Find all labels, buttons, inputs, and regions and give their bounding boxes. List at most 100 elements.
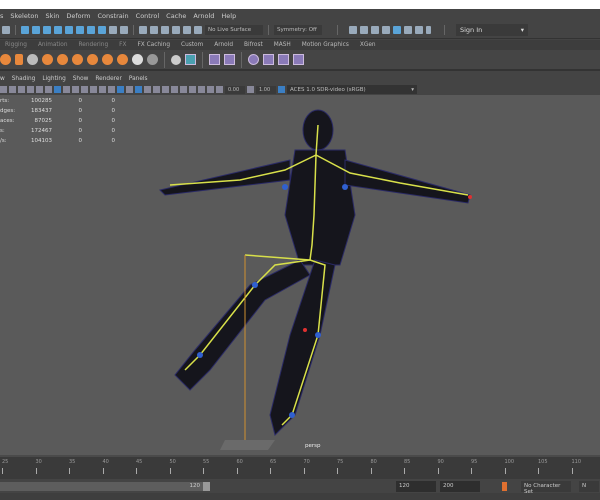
menu-renderer[interactable]: Renderer xyxy=(95,76,121,82)
gamma-field[interactable]: 1.00 xyxy=(256,85,276,94)
area-light-icon[interactable] xyxy=(42,54,53,65)
camera-attr-icon[interactable] xyxy=(9,86,16,93)
motion-blur-icon[interactable] xyxy=(153,86,160,93)
exposure-field[interactable]: 0.00 xyxy=(225,85,245,94)
light-icon[interactable] xyxy=(144,86,151,93)
figure-icon[interactable] xyxy=(224,54,235,65)
bake-icon[interactable] xyxy=(278,54,289,65)
menu-arnold[interactable]: Arnold xyxy=(193,12,214,20)
film-gate-icon[interactable] xyxy=(189,86,196,93)
render-view-icon[interactable] xyxy=(404,26,412,34)
select-by-object-icon[interactable] xyxy=(32,26,40,34)
menu-skin[interactable]: Skin xyxy=(46,12,60,20)
render-settings-icon[interactable] xyxy=(382,26,390,34)
bookmark-icon[interactable] xyxy=(18,86,25,93)
tab-rendering[interactable]: Rendering xyxy=(79,42,109,48)
volume-icon[interactable] xyxy=(147,54,158,65)
snap-curve-icon[interactable] xyxy=(150,26,158,34)
menu-deform[interactable]: Deform xyxy=(66,12,90,20)
shader-icon[interactable] xyxy=(209,54,220,65)
tab-xgen[interactable]: XGen xyxy=(360,42,376,48)
color-space-dropdown[interactable]: ACES 1.0 SDR-video (sRGB) ▾ xyxy=(287,85,417,94)
eraser-icon[interactable] xyxy=(293,54,304,65)
tab-motion-graphics[interactable]: Motion Graphics xyxy=(302,42,349,48)
aa-icon[interactable] xyxy=(162,86,169,93)
tab-arnold[interactable]: Arnold xyxy=(214,42,233,48)
textured-icon[interactable] xyxy=(81,86,88,93)
symmetry-dropdown[interactable]: Symmetry: Off xyxy=(274,25,322,35)
photometric-light-icon[interactable] xyxy=(72,54,83,65)
command-line[interactable] xyxy=(0,493,600,500)
mask-icon[interactable] xyxy=(76,26,84,34)
character-set-dropdown[interactable]: No Character Set xyxy=(521,480,571,495)
camera-icon[interactable] xyxy=(0,86,7,93)
tab-bifrost[interactable]: Bifrost xyxy=(244,42,263,48)
standard-surface-icon[interactable] xyxy=(117,54,128,65)
anim-layer-dropdown[interactable]: N xyxy=(579,480,599,492)
mesh-light-icon[interactable] xyxy=(57,54,68,65)
snap-icon[interactable] xyxy=(54,26,62,34)
dof-icon[interactable] xyxy=(171,86,178,93)
snap-live-icon[interactable] xyxy=(194,26,202,34)
menu-item[interactable]: s xyxy=(0,12,3,20)
menu-shading[interactable]: Shading xyxy=(12,76,36,82)
mask-icon[interactable] xyxy=(65,26,73,34)
highlight-icon[interactable] xyxy=(120,26,128,34)
range-slider[interactable]: 120 xyxy=(0,481,210,491)
select-by-component-icon[interactable] xyxy=(43,26,51,34)
arnold-icon[interactable] xyxy=(415,26,423,34)
end-time-field[interactable]: 120 xyxy=(396,480,436,492)
shadows-icon[interactable] xyxy=(99,86,106,93)
menu-view[interactable]: w xyxy=(0,76,5,82)
skydome-light-icon[interactable] xyxy=(27,54,38,65)
texture-icon[interactable] xyxy=(263,54,274,65)
snap-point-icon[interactable] xyxy=(161,26,169,34)
arnold-render-icon[interactable] xyxy=(0,54,11,65)
tab-animation[interactable]: Animation xyxy=(38,42,68,48)
time-slider[interactable]: 25 30 35 40 45 50 55 60 65 70 75 80 85 90 95 100 105 110 xyxy=(0,455,600,479)
ipr-render-icon[interactable] xyxy=(371,26,379,34)
menu-help[interactable]: Help xyxy=(221,12,236,20)
menu-panels[interactable]: Panels xyxy=(129,76,148,82)
menu-lighting[interactable]: Lighting xyxy=(42,76,65,82)
pencil-icon[interactable] xyxy=(45,86,52,93)
tab-fx-caching[interactable]: FX Caching xyxy=(137,42,170,48)
menu-show[interactable]: Show xyxy=(73,76,89,82)
tool-icon[interactable] xyxy=(2,26,10,34)
tab-rigging[interactable]: Rigging xyxy=(5,42,27,48)
tab-mash[interactable]: MASH xyxy=(274,42,291,48)
max-time-field[interactable]: 200 xyxy=(440,480,480,492)
menu-control[interactable]: Control xyxy=(136,12,160,20)
render-grid-icon[interactable] xyxy=(185,54,196,65)
select-by-hierarchy-icon[interactable] xyxy=(21,26,29,34)
xray-joints-icon[interactable] xyxy=(126,86,133,93)
isolate-icon[interactable] xyxy=(135,86,142,93)
menu-cache[interactable]: Cache xyxy=(166,12,186,20)
color-management-icon[interactable] xyxy=(278,86,285,93)
gamma-icon[interactable] xyxy=(247,86,254,93)
hypershade-icon[interactable] xyxy=(393,26,401,34)
live-surface-field[interactable]: No Live Surface xyxy=(205,25,263,35)
snap-surface-icon[interactable] xyxy=(183,26,191,34)
scene-icon[interactable] xyxy=(171,54,181,65)
snap-view-icon[interactable] xyxy=(172,26,180,34)
smooth-shade-icon[interactable] xyxy=(63,86,70,93)
lock-icon[interactable] xyxy=(109,26,117,34)
exposure-icon[interactable] xyxy=(216,86,223,93)
character-rig[interactable] xyxy=(0,95,600,455)
wireframe-on-shaded-icon[interactable] xyxy=(72,86,79,93)
material-icon[interactable] xyxy=(248,54,259,65)
light-portal-icon[interactable] xyxy=(87,54,98,65)
gate-mask-icon[interactable] xyxy=(198,86,205,93)
xray-icon[interactable] xyxy=(117,86,124,93)
menu-constrain[interactable]: Constrain xyxy=(98,12,129,20)
ao-icon[interactable] xyxy=(108,86,115,93)
wireframe-icon[interactable] xyxy=(54,86,61,93)
tab-custom[interactable]: Custom xyxy=(181,42,203,48)
image-plane-icon[interactable] xyxy=(27,86,34,93)
viewport-persp[interactable]: rts: 100285 0 0 dges: 183437 0 0 aces: 87025 0 0 … xyxy=(0,95,600,455)
field-chart-icon[interactable] xyxy=(207,86,214,93)
tab-fx[interactable]: FX xyxy=(119,42,126,48)
lights-icon[interactable] xyxy=(90,86,97,93)
arnold-light-icon[interactable] xyxy=(15,54,23,65)
